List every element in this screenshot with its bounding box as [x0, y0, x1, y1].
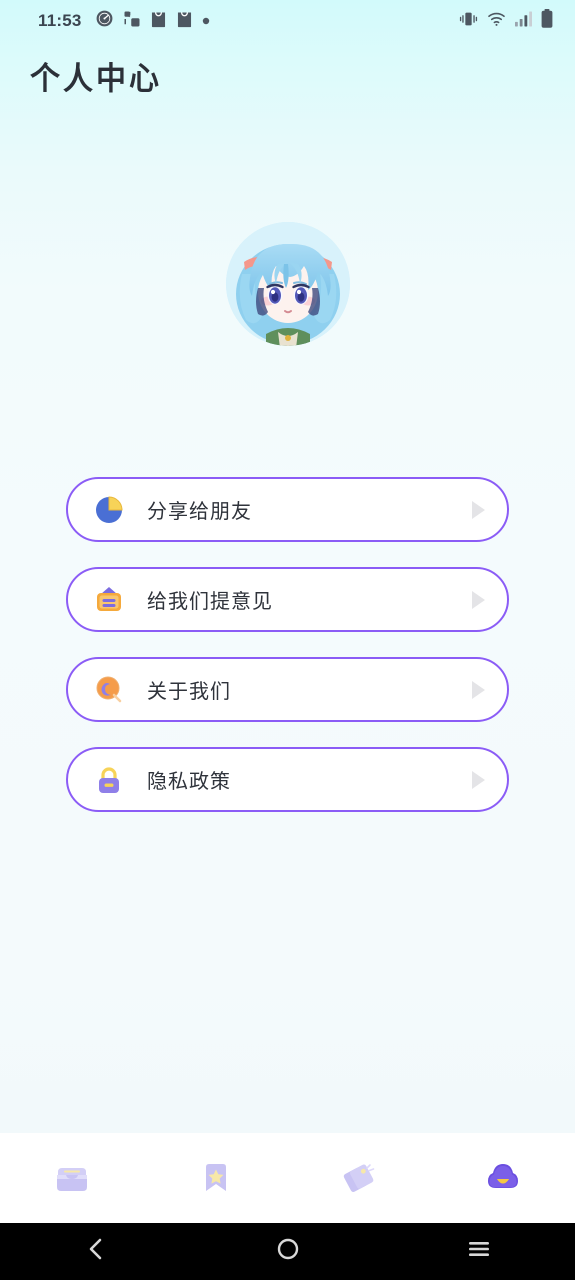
nav-home-button[interactable]: [192, 1223, 384, 1280]
status-bar-left: 11:53: [38, 9, 210, 33]
tab-profile[interactable]: [431, 1133, 575, 1223]
page-title: 个人中心: [30, 60, 162, 98]
chevron-right-icon: [472, 680, 485, 699]
pie-chart-icon: [92, 493, 126, 527]
inbox-drawer-icon: [49, 1155, 95, 1201]
dot-icon: [202, 12, 210, 30]
status-bar-right: [459, 9, 553, 33]
vibrate-icon: [459, 11, 478, 32]
menu-item-label: 隐私政策: [147, 769, 231, 793]
signal-bars-icon: [515, 10, 532, 32]
app-screen: 11:53 个人中心 分享给朋友 给我们提意见 关于我们 隐私政策: [0, 0, 575, 1223]
android-nav-bar: [0, 1223, 575, 1280]
speedometer-icon: [95, 9, 114, 33]
settings-menu-list: 分享给朋友 给我们提意见 关于我们 隐私政策: [0, 477, 575, 837]
status-bar: 11:53: [0, 0, 575, 42]
menu-item-label: 分享给朋友: [147, 499, 252, 523]
menu-item-feedback[interactable]: 给我们提意见: [66, 567, 509, 632]
magnifier-icon: [92, 673, 126, 707]
bookmark-star-icon: [193, 1155, 239, 1201]
status-time: 11:53: [38, 11, 82, 30]
cloud-face-icon: [480, 1155, 526, 1201]
battery-icon: [541, 9, 553, 33]
tab-tags[interactable]: [288, 1133, 432, 1223]
menu-item-label: 给我们提意见: [147, 589, 273, 613]
menu-item-about[interactable]: 关于我们: [66, 657, 509, 722]
avatar[interactable]: [225, 222, 350, 346]
avatar-image: [225, 222, 350, 346]
menu-item-share[interactable]: 分享给朋友: [66, 477, 509, 542]
shopping-bag-icon: [150, 10, 167, 33]
lock-icon: [92, 763, 126, 797]
back-chevron-icon: [85, 1237, 107, 1266]
feedback-board-icon: [92, 583, 126, 617]
home-circle-icon: [276, 1237, 300, 1266]
price-tags-icon: [336, 1155, 382, 1201]
tab-inbox[interactable]: [0, 1133, 144, 1223]
tab-favorites[interactable]: [144, 1133, 288, 1223]
menu-item-privacy[interactable]: 隐私政策: [66, 747, 509, 812]
chevron-right-icon: [472, 500, 485, 519]
nav-back-button[interactable]: [0, 1223, 192, 1280]
chevron-right-icon: [472, 590, 485, 609]
wifi-icon: [487, 11, 506, 32]
chevron-right-icon: [472, 770, 485, 789]
shopping-bag-icon: [176, 10, 193, 33]
recents-menu-icon: [467, 1239, 491, 1264]
nav-recents-button[interactable]: [383, 1223, 575, 1280]
network-share-icon: [123, 10, 141, 33]
menu-item-label: 关于我们: [147, 679, 231, 703]
bottom-tab-bar: [0, 1133, 575, 1223]
